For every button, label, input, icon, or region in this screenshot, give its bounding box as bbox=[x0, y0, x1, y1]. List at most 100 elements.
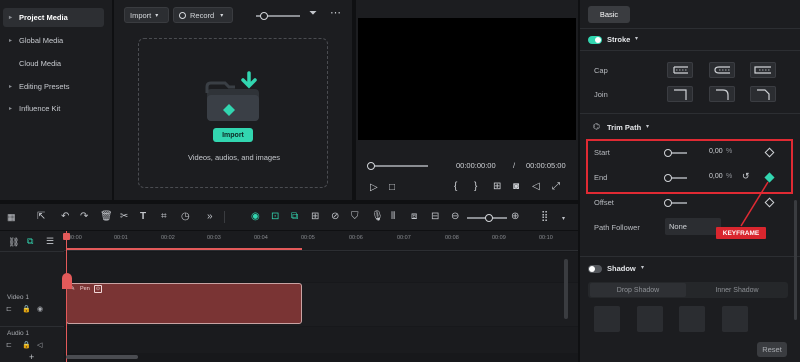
lock-icon[interactable]: 🔒 bbox=[22, 341, 31, 349]
more-tools-icon[interactable]: » bbox=[207, 211, 213, 223]
offset-slider[interactable] bbox=[664, 199, 687, 207]
stop-icon[interactable]: □ bbox=[389, 182, 395, 193]
track-list-icon[interactable]: ☰ bbox=[46, 236, 54, 247]
chevron-down-icon[interactable]: ▾ bbox=[641, 264, 644, 271]
tab-drop-shadow[interactable]: Drop Shadow bbox=[590, 283, 686, 297]
add-icon[interactable]: + bbox=[29, 352, 34, 362]
timeline-clip[interactable]: ✎ Pen ⊙ bbox=[66, 283, 302, 324]
tab-inner-shadow[interactable]: Inner Shadow bbox=[688, 283, 786, 297]
chevron-down-icon[interactable]: ▾ bbox=[635, 35, 638, 42]
audio-mixer-icon[interactable]: ⫴ bbox=[391, 211, 395, 223]
sidebar-item-influence-kit[interactable]: ▸ Influence Kit bbox=[3, 99, 104, 118]
join-round-option[interactable] bbox=[709, 86, 735, 102]
eye-icon[interactable]: ◉ bbox=[37, 305, 43, 313]
redo-icon[interactable]: ↷ bbox=[80, 211, 88, 223]
slider-knob[interactable] bbox=[664, 174, 672, 182]
join-miter-option[interactable] bbox=[667, 86, 693, 102]
zoom-slider[interactable] bbox=[467, 214, 507, 222]
split-icon[interactable]: ✂ bbox=[120, 211, 128, 223]
cap-square-option[interactable] bbox=[750, 62, 776, 78]
timeline-ruler[interactable]: 00:00 00:01 00:02 00:03 00:04 00:05 00:0… bbox=[64, 231, 578, 251]
import-dropdown[interactable]: Import ▾ bbox=[124, 7, 169, 23]
shadow-preset[interactable] bbox=[722, 306, 748, 332]
reset-button[interactable]: Reset bbox=[757, 342, 787, 357]
playback-scrubber[interactable] bbox=[367, 162, 428, 170]
video-track-label: Video 1 bbox=[7, 294, 29, 301]
text-tool-icon[interactable]: T bbox=[140, 211, 146, 223]
grid-menu-icon[interactable]: ▦ bbox=[7, 211, 16, 223]
snapshot-icon[interactable]: ◙ bbox=[513, 181, 519, 192]
horizontal-scrollbar[interactable] bbox=[66, 355, 138, 359]
sidebar-item-cloud-media[interactable]: Cloud Media bbox=[3, 54, 104, 73]
total-time: 00:00:05:00 bbox=[526, 161, 566, 170]
snap-icon[interactable]: ⊡ bbox=[271, 211, 279, 223]
shadow-preset[interactable] bbox=[594, 306, 620, 332]
auto-ripple-icon[interactable]: ◉ bbox=[251, 211, 260, 223]
multi-cam-icon[interactable]: ⧈ bbox=[411, 211, 417, 223]
vertical-scrollbar[interactable] bbox=[564, 259, 568, 319]
slider-knob[interactable] bbox=[664, 149, 672, 157]
playhead-handle[interactable] bbox=[63, 233, 70, 240]
panel-scrollbar[interactable] bbox=[794, 200, 797, 320]
chevron-down-icon[interactable]: ▾ bbox=[562, 213, 565, 225]
audio-track-lane[interactable] bbox=[64, 327, 578, 353]
filter-icon[interactable]: ⏷ bbox=[309, 8, 317, 19]
motion-track-icon[interactable]: ⊘ bbox=[331, 211, 339, 223]
volume-icon[interactable]: ◁ bbox=[532, 181, 540, 192]
shadow-preset[interactable] bbox=[679, 306, 705, 332]
delete-icon[interactable]: 🗑 bbox=[100, 211, 113, 223]
fit-screen-icon[interactable]: ⊞ bbox=[493, 181, 501, 192]
folder-icon[interactable]: ⊏ bbox=[6, 305, 12, 313]
record-dropdown[interactable]: Record ▾ bbox=[173, 7, 233, 23]
crop-icon[interactable]: ⌗ bbox=[161, 211, 167, 223]
end-value[interactable]: 0,00 bbox=[709, 173, 723, 180]
scrubber-knob[interactable] bbox=[367, 162, 375, 170]
media-drop-zone[interactable]: Import Videos, audios, and images bbox=[138, 38, 328, 188]
playhead-marker[interactable] bbox=[62, 273, 72, 289]
chevron-down-icon[interactable]: ▾ bbox=[646, 123, 649, 130]
speaker-icon[interactable]: ◁ bbox=[37, 341, 42, 349]
start-slider[interactable] bbox=[664, 149, 687, 157]
clip-settings-icon[interactable]: ⊙ bbox=[94, 285, 102, 293]
mark-out-icon[interactable]: } bbox=[474, 181, 477, 192]
cap-round-option[interactable] bbox=[709, 62, 735, 78]
slider-knob[interactable] bbox=[260, 12, 268, 20]
more-options-icon[interactable]: ⋯ bbox=[330, 6, 341, 19]
sidebar-item-project-media[interactable]: ▸ Project Media bbox=[3, 8, 104, 27]
end-slider[interactable] bbox=[664, 174, 687, 182]
layout-grid-icon[interactable]: ⣿ bbox=[541, 211, 548, 223]
thumbnail-size-slider[interactable] bbox=[256, 12, 300, 20]
speed-icon[interactable]: ◷ bbox=[181, 211, 190, 223]
path-follower-select[interactable]: None bbox=[665, 218, 721, 235]
fullscreen-icon[interactable]: ⤢ bbox=[552, 181, 560, 192]
playhead-line[interactable] bbox=[66, 231, 67, 362]
mark-in-icon[interactable]: { bbox=[454, 181, 457, 192]
shadow-toggle[interactable] bbox=[588, 265, 602, 273]
shadow-preset[interactable] bbox=[637, 306, 663, 332]
zoom-out-icon[interactable]: ⊖ bbox=[451, 211, 459, 223]
folder-icon[interactable]: ⊏ bbox=[6, 341, 12, 349]
tab-basic[interactable]: Basic bbox=[588, 6, 630, 23]
marker-icon[interactable]: ⊞ bbox=[311, 211, 319, 223]
cap-butt-option[interactable] bbox=[667, 62, 693, 78]
sidebar-item-global-media[interactable]: ▸ Global Media bbox=[3, 31, 104, 50]
lock-icon[interactable]: 🔒 bbox=[22, 305, 31, 313]
sidebar-item-editing-presets[interactable]: ▸ Editing Presets bbox=[3, 77, 104, 96]
sidebar-item-label: Global Media bbox=[19, 36, 64, 45]
slider-knob[interactable] bbox=[485, 214, 493, 222]
select-tool-icon[interactable]: ⇱ bbox=[37, 211, 45, 223]
import-media-button[interactable]: Import bbox=[213, 128, 253, 142]
zoom-in-icon[interactable]: ⊕ bbox=[511, 211, 519, 223]
undo-icon[interactable]: ↶ bbox=[61, 211, 69, 223]
slider-knob[interactable] bbox=[664, 199, 672, 207]
stroke-toggle[interactable] bbox=[588, 36, 602, 44]
start-value[interactable]: 0,00 bbox=[709, 148, 723, 155]
join-bevel-option[interactable] bbox=[750, 86, 776, 102]
ai-icon[interactable]: ⊟ bbox=[431, 211, 439, 223]
play-icon[interactable]: ▷ bbox=[370, 182, 378, 193]
link-clip-icon[interactable]: ⧉ bbox=[27, 236, 33, 247]
add-track-icon[interactable]: ⛓ bbox=[8, 237, 19, 248]
link-icon[interactable]: ⧉ bbox=[291, 211, 298, 223]
shield-icon[interactable]: ⛉ bbox=[351, 211, 359, 223]
microphone-icon[interactable]: 🎙 bbox=[371, 211, 384, 223]
